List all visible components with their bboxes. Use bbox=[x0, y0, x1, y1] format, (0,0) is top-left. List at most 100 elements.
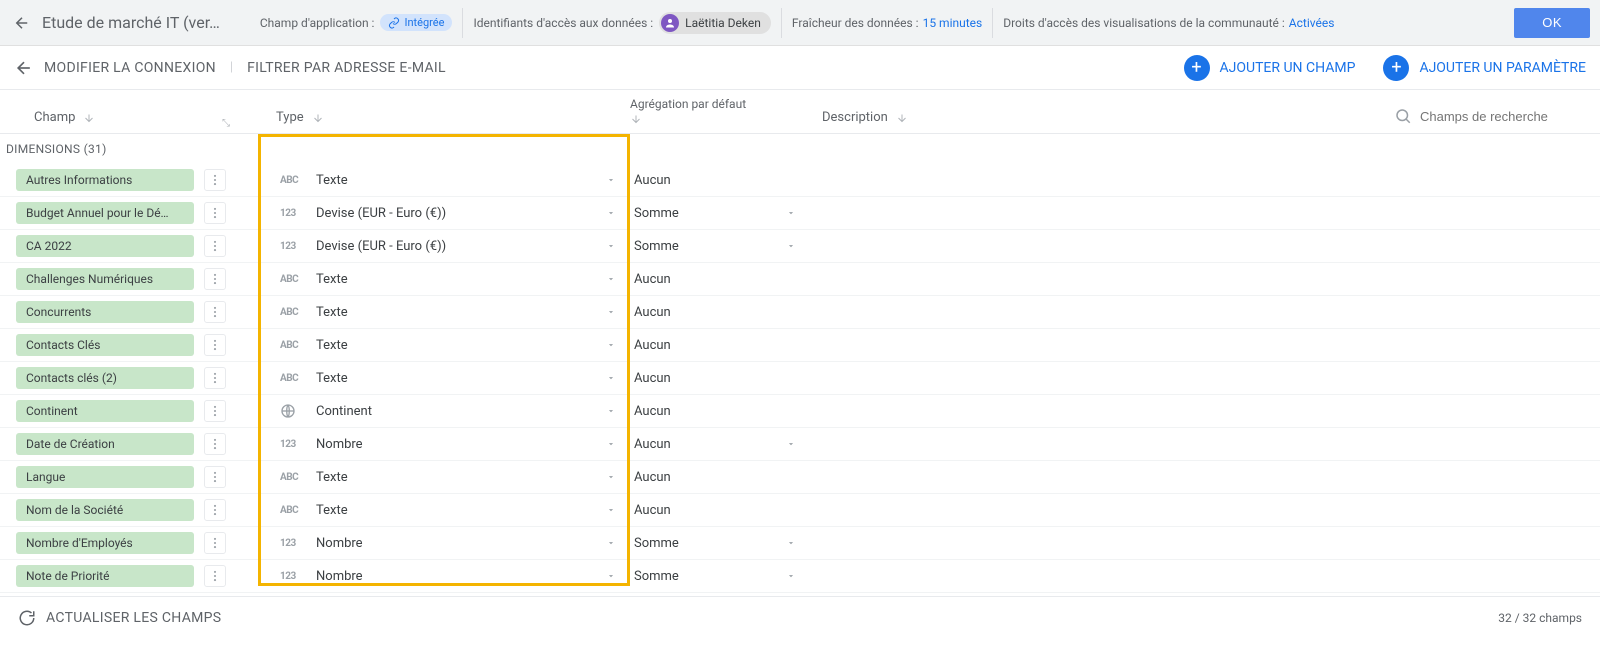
table-row: Challenges NumériquesABCTexteAucun bbox=[0, 263, 1600, 296]
ok-button[interactable]: OK bbox=[1514, 8, 1590, 38]
add-field-button[interactable]: + AJOUTER UN CHAMP bbox=[1184, 55, 1356, 81]
sort-arrow-icon bbox=[312, 112, 324, 124]
credentials-label: Identifiants d'accès aux données : bbox=[473, 16, 653, 30]
aggregation-value: Aucun bbox=[634, 437, 786, 452]
refresh-fields-label: ACTUALISER LES CHAMPS bbox=[46, 610, 221, 626]
row-menu-button[interactable] bbox=[204, 235, 226, 257]
type-dropdown-icon[interactable] bbox=[606, 406, 630, 416]
type-dropdown-icon[interactable] bbox=[606, 307, 630, 317]
row-menu-button[interactable] bbox=[204, 169, 226, 191]
search-input[interactable] bbox=[1420, 109, 1580, 124]
type-dropdown-icon[interactable] bbox=[606, 373, 630, 383]
search-wrap bbox=[1394, 107, 1580, 125]
type-value: Devise (EUR - Euro (€)) bbox=[316, 239, 592, 254]
dimension-chip[interactable]: Continent bbox=[16, 400, 194, 422]
header-aggregation-label: Agrégation par défaut bbox=[630, 97, 746, 111]
top-info-items: Champ d'application : Intégrée Identifia… bbox=[250, 8, 1506, 38]
aggregation-value: Aucun bbox=[634, 470, 810, 485]
row-menu-button[interactable] bbox=[204, 367, 226, 389]
dimension-chip[interactable]: Contacts Clés bbox=[16, 334, 194, 356]
type-value: Nombre bbox=[316, 437, 592, 452]
aggregation-dropdown-icon[interactable] bbox=[786, 208, 810, 218]
aggregation-value: Somme bbox=[634, 206, 786, 221]
row-menu-button[interactable] bbox=[204, 532, 226, 554]
header-description[interactable]: Description bbox=[810, 110, 1394, 125]
header-champ[interactable]: Champ bbox=[0, 110, 256, 125]
type-dropdown-icon[interactable] bbox=[606, 274, 630, 284]
community-label: Droits d'accès des visualisations de la … bbox=[1003, 16, 1285, 30]
dimension-chip[interactable]: Autres Informations bbox=[16, 169, 194, 191]
type-dropdown-icon[interactable] bbox=[606, 571, 630, 581]
type-dropdown-icon[interactable] bbox=[606, 340, 630, 350]
sort-arrow-icon bbox=[896, 112, 908, 124]
type-value: Texte bbox=[316, 338, 592, 353]
header-type[interactable]: Type bbox=[256, 110, 630, 125]
aggregation-dropdown-icon[interactable] bbox=[786, 538, 810, 548]
table-row: Contacts ClésABCTexteAucun bbox=[0, 329, 1600, 362]
dimension-chip[interactable]: Challenges Numériques bbox=[16, 268, 194, 290]
table-row: Contacts clés (2)ABCTexteAucun bbox=[0, 362, 1600, 395]
back-arrow-icon[interactable] bbox=[10, 11, 34, 35]
scope-chip[interactable]: Intégrée bbox=[380, 14, 452, 31]
aggregation-dropdown-icon[interactable] bbox=[786, 571, 810, 581]
aggregation-dropdown-icon[interactable] bbox=[786, 439, 810, 449]
filter-email-button[interactable]: FILTRER PAR ADRESSE E-MAIL bbox=[247, 60, 446, 76]
dimension-chip[interactable]: Date de Création bbox=[16, 433, 194, 455]
row-menu-button[interactable] bbox=[204, 202, 226, 224]
dimension-chip[interactable]: Contacts clés (2) bbox=[16, 367, 194, 389]
dimension-chip[interactable]: CA 2022 bbox=[16, 235, 194, 257]
type-value: Nombre bbox=[316, 536, 592, 551]
credentials-user-name: Laëtitia Deken bbox=[685, 16, 761, 30]
community-value[interactable]: Activées bbox=[1289, 16, 1335, 30]
row-menu-button[interactable] bbox=[204, 499, 226, 521]
row-menu-button[interactable] bbox=[204, 334, 226, 356]
type-dropdown-icon[interactable] bbox=[606, 175, 630, 185]
row-menu-button[interactable] bbox=[204, 565, 226, 587]
dimension-chip[interactable]: Note de Priorité bbox=[16, 565, 194, 587]
type-dropdown-icon[interactable] bbox=[606, 439, 630, 449]
aggregation-dropdown-icon[interactable] bbox=[786, 241, 810, 251]
row-menu-button[interactable] bbox=[204, 301, 226, 323]
type-dropdown-icon[interactable] bbox=[606, 241, 630, 251]
freshness-value[interactable]: 15 minutes bbox=[923, 16, 983, 30]
type-value: Continent bbox=[316, 404, 592, 419]
table-row: Date de Création 123 Nombre Aucun bbox=[0, 428, 1600, 461]
add-parameter-button[interactable]: + AJOUTER UN PARAMÈTRE bbox=[1383, 55, 1586, 81]
number-type-icon: 123 bbox=[280, 538, 302, 549]
back-action-icon[interactable] bbox=[14, 58, 34, 78]
freshness-label: Fraîcheur des données : bbox=[792, 16, 919, 30]
search-icon bbox=[1394, 107, 1412, 125]
row-menu-button[interactable] bbox=[204, 466, 226, 488]
community-info: Droits d'accès des visualisations de la … bbox=[993, 8, 1344, 38]
aggregation-value: Aucun bbox=[634, 503, 810, 518]
credentials-user-chip[interactable]: Laëtitia Deken bbox=[659, 12, 771, 34]
aggregation-value: Somme bbox=[634, 569, 786, 584]
type-value: Texte bbox=[316, 173, 592, 188]
row-menu-button[interactable] bbox=[204, 268, 226, 290]
number-type-icon: 123 bbox=[280, 208, 302, 219]
dimension-chip[interactable]: Nombre d'Employés bbox=[16, 532, 194, 554]
type-value: Texte bbox=[316, 503, 592, 518]
resize-handle-icon[interactable]: ⤡ bbox=[222, 118, 230, 129]
refresh-fields-button[interactable]: ACTUALISER LES CHAMPS bbox=[18, 609, 221, 627]
number-type-icon: 123 bbox=[280, 571, 302, 582]
plus-icon: + bbox=[1184, 55, 1210, 81]
type-dropdown-icon[interactable] bbox=[606, 538, 630, 548]
credentials-info: Identifiants d'accès aux données : Laëti… bbox=[463, 8, 781, 38]
aggregation-value: Aucun bbox=[634, 173, 810, 188]
type-dropdown-icon[interactable] bbox=[606, 208, 630, 218]
modify-connection-button[interactable]: MODIFIER LA CONNEXION bbox=[44, 60, 216, 76]
type-dropdown-icon[interactable] bbox=[606, 505, 630, 515]
dimension-chip[interactable]: Nom de la Société bbox=[16, 499, 194, 521]
dimension-chip[interactable]: Langue bbox=[16, 466, 194, 488]
dimension-chip[interactable]: Budget Annuel pour le Dé… bbox=[16, 202, 194, 224]
avatar-icon bbox=[661, 14, 679, 32]
dimension-chip[interactable]: Concurrents bbox=[16, 301, 194, 323]
type-dropdown-icon[interactable] bbox=[606, 472, 630, 482]
number-type-icon: 123 bbox=[280, 241, 302, 252]
header-aggregation[interactable]: Agrégation par défaut bbox=[630, 97, 810, 125]
aggregation-value: Aucun bbox=[634, 305, 810, 320]
number-type-icon: 123 bbox=[280, 439, 302, 450]
row-menu-button[interactable] bbox=[204, 400, 226, 422]
row-menu-button[interactable] bbox=[204, 433, 226, 455]
